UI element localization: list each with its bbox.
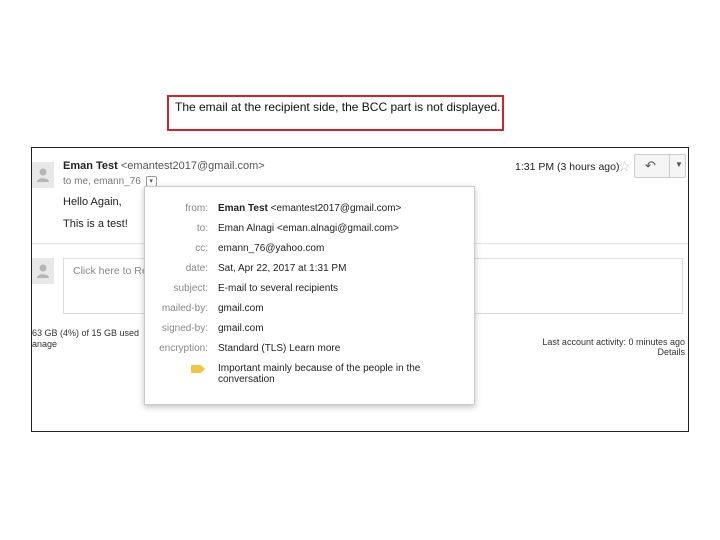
user-avatar-icon: [32, 258, 54, 284]
last-activity-text: Last account activity: 0 minutes ago: [542, 337, 685, 347]
learn-more-link[interactable]: Learn more: [289, 343, 340, 354]
encryption-standard: Standard (TLS): [218, 343, 287, 354]
details-link[interactable]: Details: [542, 347, 685, 357]
reply-button-group[interactable]: ↶ ▼: [634, 154, 686, 178]
importance-tag-icon: [191, 365, 205, 373]
reply-arrow-icon[interactable]: ↶: [645, 158, 656, 174]
storage-info: 63 GB (4%) of 15 GB used anage: [32, 328, 139, 350]
mailed-by-label: mailed-by:: [161, 303, 208, 314]
reply-hint[interactable]: Click here to Rep: [73, 265, 154, 277]
manage-link[interactable]: anage: [32, 339, 139, 350]
recipients-line: to me, emann_76 ▾: [63, 176, 157, 187]
recipients-text: to me, emann_76: [63, 176, 141, 188]
body-line-2: This is a test!: [63, 218, 128, 230]
sender-avatar-icon: [32, 162, 54, 188]
reply-separator: [669, 155, 670, 177]
cc-label: cc:: [195, 243, 208, 254]
body-line-1: Hello Again,: [63, 196, 122, 208]
signed-by-label: signed-by:: [161, 323, 208, 334]
to-value: Eman Alnagi <eman.alnagi@gmail.com>: [218, 223, 399, 234]
from-label: from:: [185, 203, 208, 214]
sender-name: Eman Test: [63, 160, 118, 172]
from-name: Eman Test: [218, 203, 268, 214]
encryption-value: Standard (TLS) Learn more: [218, 343, 340, 354]
from-email: <emantest2017@gmail.com>: [270, 203, 402, 214]
importance-line-1: Important mainly because of the people i…: [218, 363, 421, 374]
from-value: Eman Test <emantest2017@gmail.com>: [218, 203, 401, 214]
date-value: Sat, Apr 22, 2017 at 1:31 PM: [218, 263, 347, 274]
importance-value: Important mainly because of the people i…: [218, 363, 420, 385]
mailed-by-value: gmail.com: [218, 303, 264, 314]
encryption-label: encryption:: [159, 343, 208, 354]
signed-by-value: gmail.com: [218, 323, 264, 334]
caption-box: The email at the recipient side, the BCC…: [167, 95, 504, 131]
date-label: date:: [185, 263, 208, 274]
star-icon[interactable]: ☆: [618, 158, 631, 175]
cc-value: emann_76@yahoo.com: [218, 243, 325, 254]
sender-email: <emantest2017@gmail.com>: [120, 160, 265, 172]
subject-value: E-mail to several recipients: [218, 283, 339, 294]
more-options-chevron-icon[interactable]: ▼: [675, 160, 683, 169]
storage-usage: 63 GB (4%) of 15 GB used: [32, 328, 140, 338]
account-activity: Last account activity: 0 minutes ago Det…: [542, 337, 685, 357]
subject-label: subject:: [173, 283, 208, 294]
caption-text: The email at the recipient side, the BCC…: [175, 100, 501, 114]
to-label: to:: [196, 223, 208, 234]
message-details-popup: from: Eman Test <emantest2017@gmail.com>…: [144, 186, 475, 405]
importance-line-2: conversation: [218, 374, 275, 385]
gmail-screenshot: Eman Test <emantest2017@gmail.com> to me…: [31, 147, 689, 432]
sender-line[interactable]: Eman Test <emantest2017@gmail.com>: [63, 160, 265, 172]
message-time: 1:31 PM (3 hours ago): [515, 161, 620, 173]
